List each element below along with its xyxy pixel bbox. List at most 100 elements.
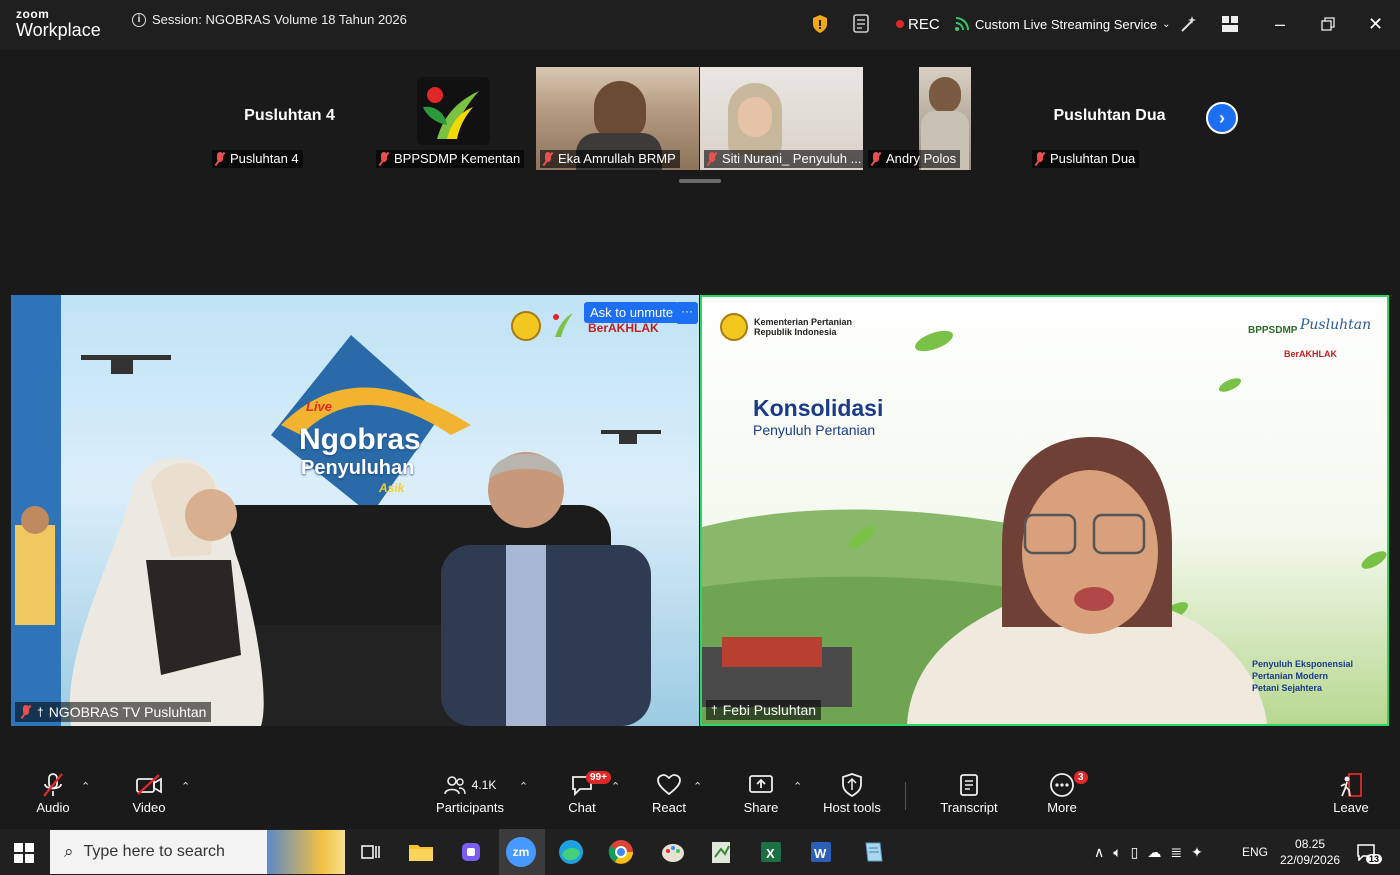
stream-label: Custom Live Streaming Service [975,16,1158,32]
slide-heading: Konsolidasi [753,395,884,421]
windows-start-icon[interactable] [14,843,34,868]
video-button[interactable]: Video [126,770,172,815]
mic-muted-icon [378,151,390,166]
leave-label: Leave [1333,800,1369,815]
cloud-icon[interactable]: ☁ [1147,844,1161,861]
mic-muted-icon [214,151,226,166]
notification-center-icon[interactable] [1356,829,1376,875]
pusluhtan-logo-text: Pusluhtan [1300,317,1372,333]
slide-tagline-1: Penyuluh Eksponensial [1252,659,1354,669]
audio-button[interactable]: Audio [30,770,76,815]
mic-muted-icon [870,151,882,166]
transcript-button[interactable]: Transcript [938,770,1000,815]
pin-icon: † [711,703,718,717]
slide-tagline-2: Pertanian Modern [1252,671,1329,681]
video-options-caret-icon[interactable]: ⌃ [181,780,190,793]
participants-options-caret-icon[interactable]: ⌃ [519,780,528,793]
file-explorer-icon[interactable] [406,837,436,867]
video-nametag: † NGOBRAS TV Pusluhtan [15,702,212,722]
strip-resize-handle[interactable] [679,179,721,183]
battery-icon[interactable]: ▯ [1131,844,1139,861]
video-label: Video [132,800,166,815]
svg-text:W: W [814,846,827,861]
react-label: React [652,800,686,815]
notes-icon[interactable] [852,10,872,38]
video-nametag: † Febi Pusluhtan [706,700,822,720]
share-screen-icon [740,770,782,800]
participants-button[interactable]: 4.1K Participants [432,770,508,815]
participant-tile[interactable]: Andry Polos [864,67,1027,170]
next-page-button[interactable]: › [1206,102,1238,134]
security-shield-icon[interactable] [810,10,830,38]
view-layout-icon[interactable] [1221,10,1239,38]
close-icon[interactable]: ✕ [1368,10,1383,38]
participant-name: Pusluhtan Dua [1050,151,1136,166]
network-icon[interactable]: ≣ [1170,844,1182,861]
taskbar-search-box[interactable]: ⌕ Type here to search [50,830,345,874]
share-button[interactable]: Share [740,770,782,815]
tray-overflow-chevron-icon[interactable]: ∧ [1094,844,1104,861]
paint-icon[interactable] [658,837,688,867]
word-icon[interactable]: W [806,837,836,867]
restore-icon[interactable] [1321,10,1335,38]
magic-wand-icon[interactable] [1178,10,1198,38]
participant-tile[interactable]: Pusluhtan 4 Pusluhtan 4 [208,67,371,170]
camera-off-icon [126,770,172,800]
ask-to-unmute-button[interactable]: Ask to unmute [584,302,680,323]
berakhlak-logo: BerAKHLAK [1284,349,1338,359]
clock[interactable]: 08.25 22/09/2026 [1280,829,1340,875]
participant-tile[interactable]: BPPSDMP Kementan [372,67,535,170]
live-stream-dropdown[interactable]: Custom Live Streaming Service ⌄ [954,10,1170,38]
participant-tile[interactable]: Eka Amrullah BRMP [536,67,699,170]
teams-icon[interactable] [456,837,486,867]
chat-unread-badge: 99+ [586,771,611,784]
participant-tile[interactable]: Pusluhtan Dua Pusluhtan Dua [1028,67,1191,170]
chrome-browser-icon[interactable] [606,837,636,867]
participant-tile[interactable]: Siti Nurani_ Penyuluh ... [700,67,863,170]
zoom-logo: zoom Workplace [16,8,101,39]
participant-name: Pusluhtan 4 [230,151,299,166]
shield-icon [820,770,884,800]
share-options-caret-icon[interactable]: ⌃ [793,780,802,793]
recording-indicator[interactable]: REC [896,10,940,38]
banner-title: Ngobras [299,423,421,456]
transcript-icon [938,770,1000,800]
participant-name: Siti Nurani_ Penyuluh ... [722,151,862,166]
session-info[interactable]: i Session: NGOBRAS Volume 18 Tahun 2026 [132,12,407,27]
minimize-icon[interactable]: – [1275,10,1285,38]
excel-icon[interactable]: X [756,837,786,867]
clock-time: 08.25 [1295,837,1326,851]
video-more-options-button[interactable]: ··· [676,302,698,324]
react-options-caret-icon[interactable]: ⌃ [693,780,702,793]
search-highlight-image [267,830,345,874]
chat-options-caret-icon[interactable]: ⌃ [611,780,620,793]
ministry-name-line1: Kementerian Pertanian [754,317,853,327]
video-ngobras-tv[interactable]: Live Ngobras Penyuluhan Asik BerAKHLAK A… [11,295,699,726]
title-bar: zoom Workplace i Session: NGOBRAS Volume… [0,0,1400,50]
audio-options-caret-icon[interactable]: ⌃ [81,780,90,793]
participant-nametag: Pusluhtan Dua [1032,150,1140,168]
host-tools-label: Host tools [823,800,881,815]
edge-browser-icon[interactable] [556,837,586,867]
volume-icon[interactable]: 🔈︎ [1113,844,1121,861]
notepad-icon[interactable] [858,837,888,867]
react-button[interactable]: React [648,770,690,815]
leave-button[interactable]: Leave [1330,770,1372,815]
mic-muted-icon [1034,151,1046,166]
participant-name: Eka Amrullah BRMP [558,151,676,166]
language-indicator[interactable]: ENG [1242,829,1268,875]
banner-subtitle: Penyuluhan [301,457,415,479]
ministry-name-line2: Republik Indonesia [754,327,837,337]
task-view-icon[interactable] [355,837,385,867]
bppsdmp-logo-text: BPPSDMP [1248,325,1298,336]
video-febi-pusluhtan[interactable]: Kementerian Pertanian Republik Indonesia… [700,295,1389,726]
windows-taskbar: ⌕ Type here to search zm X W ∧ 🔈︎ ▯ ☁ ≣ … [0,829,1400,875]
participants-icon [443,776,466,795]
participant-strip: Pusluhtan 4 Pusluhtan 4 BPPSDMP Kementan… [0,50,1400,300]
host-tools-button[interactable]: Host tools [820,770,884,815]
bluetooth-icon[interactable]: ✦ [1191,844,1203,861]
participants-label: Participants [436,800,504,815]
heart-icon [648,770,690,800]
whiteboard-icon[interactable] [706,837,736,867]
info-icon[interactable]: i [132,12,146,27]
